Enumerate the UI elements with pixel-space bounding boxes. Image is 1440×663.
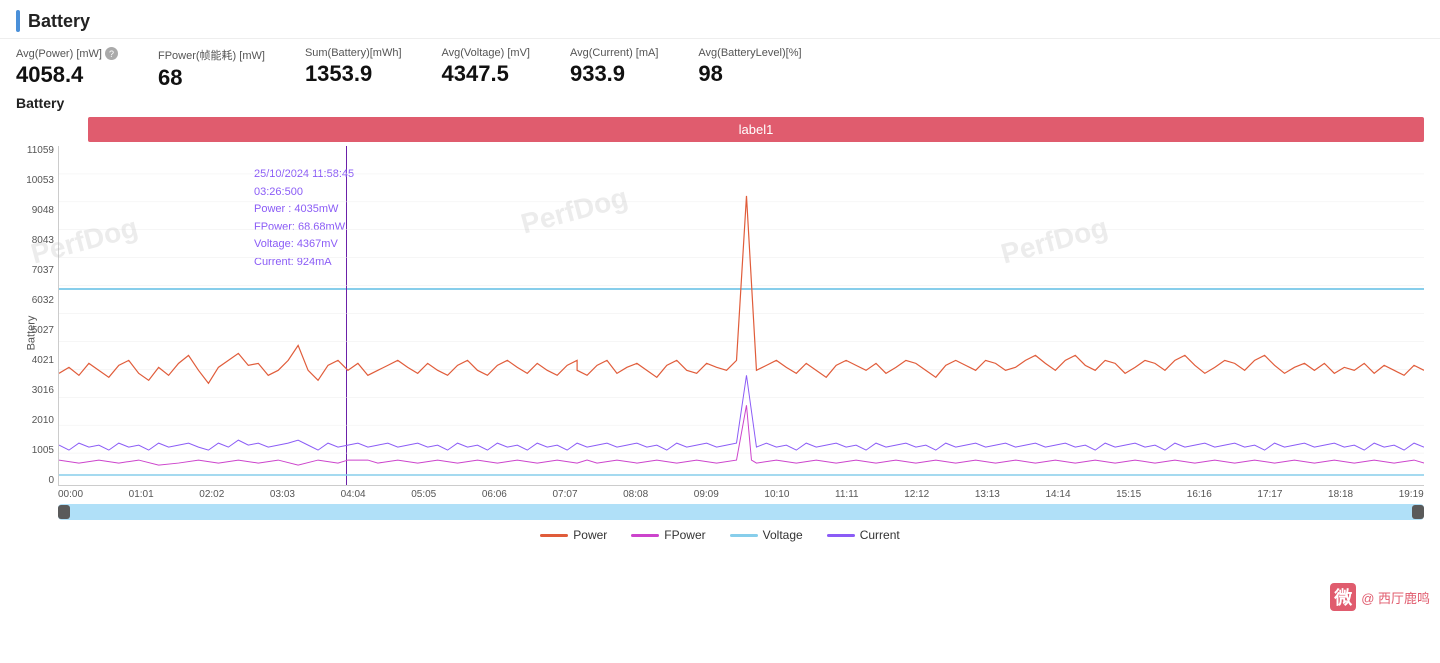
x-ticks: 00:00 01:01 02:02 03:03 04:04 05:05 06:06 07:07… <box>58 489 1424 500</box>
y-tick: 9048 <box>16 206 54 216</box>
stats-row: Avg(Power) [mW]? 4058.4 FPower(帧能耗) [mW] 68… <box>0 39 1440 95</box>
y-tick: 10053 <box>16 176 54 186</box>
legend-item: FPower <box>631 528 705 542</box>
page-title: Battery <box>28 11 90 32</box>
y-tick: 7037 <box>16 266 54 276</box>
help-icon[interactable]: ? <box>105 47 118 60</box>
stat-value: 68 <box>158 65 182 91</box>
x-tick: 03:03 <box>270 489 295 500</box>
fpower-line <box>59 405 1424 465</box>
stat-item: Sum(Battery)[mWh] 1353.9 <box>305 47 402 87</box>
x-tick: 14:14 <box>1045 489 1070 500</box>
header-accent-bar <box>16 10 20 32</box>
stat-label: Sum(Battery)[mWh] <box>305 47 402 59</box>
chart-svg <box>59 146 1424 485</box>
label-bar: label1 <box>88 117 1424 142</box>
stat-item: Avg(Current) [mA] 933.9 <box>570 47 658 87</box>
scrollbar[interactable] <box>58 504 1424 520</box>
power-line <box>59 196 1424 383</box>
x-tick: 15:15 <box>1116 489 1141 500</box>
y-tick: 1005 <box>16 446 54 456</box>
stat-label: Avg(Current) [mA] <box>570 47 658 59</box>
stat-item: Avg(Voltage) [mV] 4347.5 <box>442 47 530 87</box>
y-tick: 5027 <box>16 326 54 336</box>
legend-label: Current <box>860 528 900 542</box>
chart-wrapper: Battery 11059100539048804370376032502740… <box>16 146 1424 520</box>
x-tick: 08:08 <box>623 489 648 500</box>
stat-label: Avg(Power) [mW]? <box>16 47 118 60</box>
weibo-badge: 微 @ 西厅鹿鸣 <box>1330 583 1430 611</box>
legend-line-color <box>827 534 855 537</box>
legend-item: Current <box>827 528 900 542</box>
x-tick: 11:11 <box>835 489 859 500</box>
scrollbar-left-handle[interactable] <box>58 505 70 519</box>
y-ticks: 11059 10053 9048 8043 7037 6032 5027 4021 3016 20… <box>16 146 56 486</box>
y-tick: 2010 <box>16 416 54 426</box>
x-tick: 02:02 <box>199 489 224 500</box>
legend-item: Voltage <box>730 528 803 542</box>
stat-label: Avg(BatteryLevel)[%] <box>698 47 801 59</box>
current-line <box>59 375 1424 450</box>
stat-item: Avg(BatteryLevel)[%] 98 <box>698 47 801 87</box>
x-tick: 01:01 <box>129 489 154 500</box>
x-tick: 09:09 <box>694 489 719 500</box>
x-tick: 06:06 <box>482 489 507 500</box>
legend-item: Power <box>540 528 607 542</box>
stat-value: 98 <box>698 61 722 87</box>
stat-label: Avg(Voltage) [mV] <box>442 47 530 59</box>
scrollbar-right-handle[interactable] <box>1412 505 1424 519</box>
legend-line-color <box>631 534 659 537</box>
stat-item: FPower(帧能耗) [mW] 68 <box>158 47 265 91</box>
stat-item: Avg(Power) [mW]? 4058.4 <box>16 47 118 88</box>
chart-area[interactable]: 25/10/2024 11:58:45 03:26:500 Power : 40… <box>58 146 1424 486</box>
x-tick: 04:04 <box>341 489 366 500</box>
stat-value: 4347.5 <box>442 61 509 87</box>
x-tick: 05:05 <box>411 489 436 500</box>
y-tick: 0 <box>16 476 54 486</box>
x-tick: 07:07 <box>552 489 577 500</box>
x-tick: 10:10 <box>764 489 789 500</box>
x-tick: 19:19 <box>1399 489 1424 500</box>
legend-label: Voltage <box>763 528 803 542</box>
y-tick: 4021 <box>16 356 54 366</box>
x-tick: 13:13 <box>975 489 1000 500</box>
x-tick: 16:16 <box>1187 489 1212 500</box>
stat-value: 1353.9 <box>305 61 372 87</box>
y-tick: 8043 <box>16 236 54 246</box>
y-tick: 11059 <box>16 146 54 156</box>
y-tick: 6032 <box>16 296 54 306</box>
x-tick: 17:17 <box>1257 489 1282 500</box>
x-tick: 00:00 <box>58 489 83 500</box>
chart-title: Battery <box>16 95 1424 111</box>
page-header: Battery <box>0 0 1440 39</box>
weibo-text: @ 西厅鹿鸣 <box>1361 588 1430 607</box>
legend: Power FPower Voltage Current <box>16 528 1424 542</box>
x-tick: 18:18 <box>1328 489 1353 500</box>
legend-label: Power <box>573 528 607 542</box>
chart-section: PerfDog PerfDog PerfDog Battery label1 B… <box>0 95 1440 542</box>
legend-line-color <box>730 534 758 537</box>
y-tick: 3016 <box>16 386 54 396</box>
legend-label: FPower <box>664 528 705 542</box>
x-tick: 12:12 <box>904 489 929 500</box>
legend-line-color <box>540 534 568 537</box>
stat-label: FPower(帧能耗) [mW] <box>158 47 265 63</box>
stat-value: 4058.4 <box>16 62 83 88</box>
stat-value: 933.9 <box>570 61 625 87</box>
